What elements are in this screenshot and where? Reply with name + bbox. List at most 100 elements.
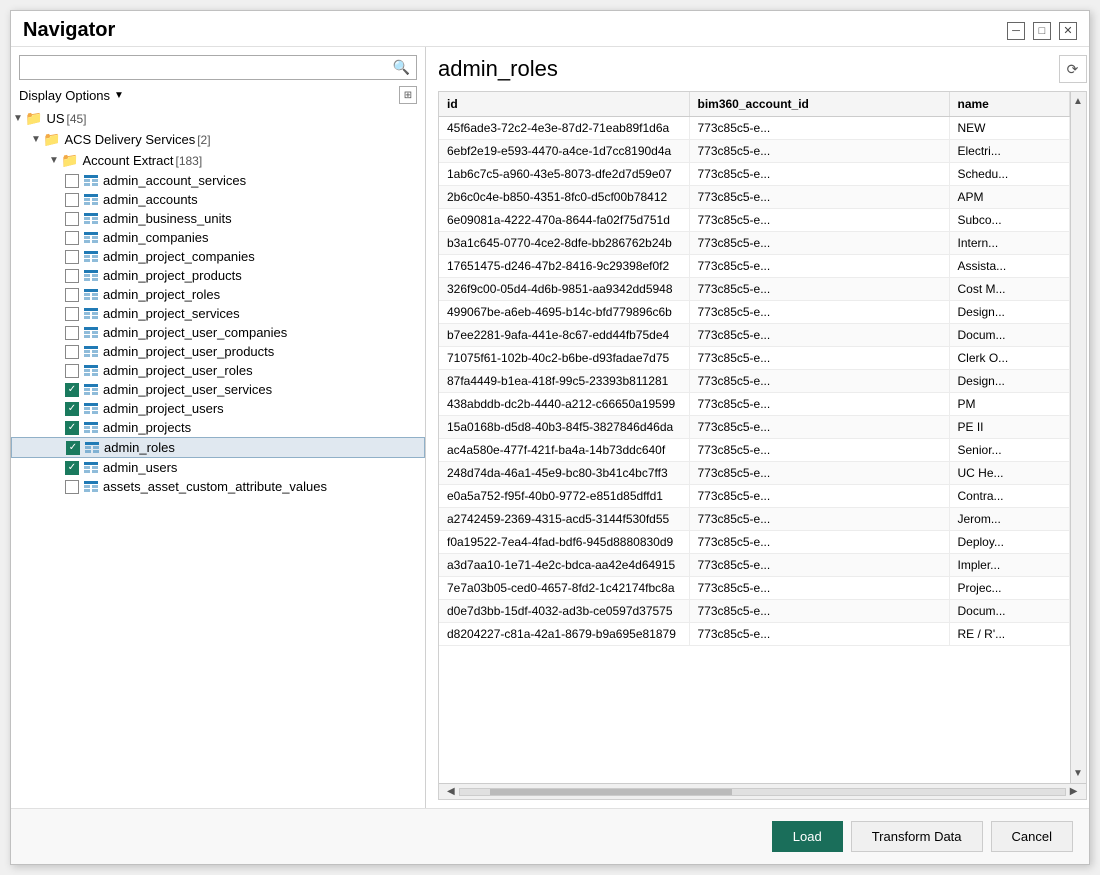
table-row[interactable]: a2742459-2369-4315-acd5-3144f530fd55773c… <box>439 508 1069 531</box>
table-row[interactable]: b3a1c645-0770-4ce2-8dfe-bb286762b24b773c… <box>439 232 1069 255</box>
tree-item-admin_project_user_services[interactable]: ✓admin_project_user_services <box>11 380 425 399</box>
tree-item-checkbox[interactable] <box>65 288 79 302</box>
table-row[interactable]: 17651475-d246-47b2-8416-9c29398ef0f2773c… <box>439 255 1069 278</box>
tree-item-checkbox[interactable] <box>65 231 79 245</box>
table-row[interactable]: 6ebf2e19-e593-4470-a4ce-1d7cc8190d4a773c… <box>439 140 1069 163</box>
table-row[interactable]: a3d7aa10-1e71-4e2c-bdca-aa42e4d64915773c… <box>439 554 1069 577</box>
select-all-icon[interactable]: ⊞ <box>399 86 417 104</box>
tree-item-label: admin_roles <box>104 440 175 455</box>
scroll-right-arrow[interactable]: ▶ <box>1066 786 1082 797</box>
scroll-left-arrow[interactable]: ◀ <box>443 786 459 797</box>
table-row[interactable]: 71075f61-102b-40c2-b6be-d93fadae7d75773c… <box>439 347 1069 370</box>
table-row[interactable]: 87fa4449-b1ea-418f-99c5-23393b811281773c… <box>439 370 1069 393</box>
tree-item-us[interactable]: ▼📁US [45] <box>11 108 425 129</box>
tree-item-checkbox[interactable] <box>65 480 79 494</box>
tree-item-admin_project_companies[interactable]: admin_project_companies <box>11 247 425 266</box>
cell-id: 2b6c0c4e-b850-4351-8fc0-d5cf00b78412 <box>439 186 689 209</box>
tree-item-checkbox[interactable] <box>65 193 79 207</box>
tree-item-admin_project_roles[interactable]: admin_project_roles <box>11 285 425 304</box>
table-row[interactable]: 326f9c00-05d4-4d6b-9851-aa9342dd5948773c… <box>439 278 1069 301</box>
tree-item-checkbox[interactable] <box>65 345 79 359</box>
table-outer: id bim360_account_id name 45f6ade3-72c2-… <box>439 92 1086 783</box>
tree-item-checkbox[interactable] <box>65 269 79 283</box>
table-row[interactable]: 7e7a03b05-ced0-4657-8fd2-1c42174fbc8a773… <box>439 577 1069 600</box>
display-options-label: Display Options <box>19 88 110 103</box>
table-icon <box>83 307 99 321</box>
tree-item-admin_roles[interactable]: ✓ admin_roles <box>11 437 425 458</box>
table-row[interactable]: f0a19522-7ea4-4fad-bdf6-945d8880830d9773… <box>439 531 1069 554</box>
tree-item-label: admin_project_user_products <box>103 344 274 359</box>
cell-bim360: 773c85c5-e... <box>689 600 949 623</box>
table-row[interactable]: b7ee2281-9afa-441e-8c67-edd44fb75de4773c… <box>439 324 1069 347</box>
scroll-thumb[interactable] <box>490 789 732 795</box>
table-scroll-wrapper[interactable]: id bim360_account_id name 45f6ade3-72c2-… <box>439 92 1070 783</box>
tree-item-checkbox[interactable] <box>65 174 79 188</box>
tree-item-admin_projects[interactable]: ✓admin_projects <box>11 418 425 437</box>
table-row[interactable]: d0e7d3bb-15df-4032-ad3b-ce0597d37575773c… <box>439 600 1069 623</box>
tree-item-account_extract[interactable]: ▼📁Account Extract [183] <box>11 150 425 171</box>
tree-item-admin_project_services[interactable]: admin_project_services <box>11 304 425 323</box>
tree-item-assets_asset_custom_attribute_values[interactable]: assets_asset_custom_attribute_values <box>11 477 425 496</box>
tree-item-checkbox[interactable] <box>65 326 79 340</box>
restore-button[interactable]: □ <box>1033 22 1051 40</box>
tree-item-admin_companies[interactable]: admin_companies <box>11 228 425 247</box>
table-row[interactable]: 438abddb-dc2b-4440-a212-c66650a19599773c… <box>439 393 1069 416</box>
scroll-down-arrow[interactable]: ▼ <box>1073 764 1083 783</box>
table-row[interactable]: 6e09081a-4222-470a-8644-fa02f75d751d773c… <box>439 209 1069 232</box>
tree-item-checkbox[interactable]: ✓ <box>66 441 80 455</box>
minimize-button[interactable]: ─ <box>1007 22 1025 40</box>
table-row[interactable]: 1ab6c7c5-a960-43e5-8073-dfe2d7d59e07773c… <box>439 163 1069 186</box>
table-row[interactable]: 45f6ade3-72c2-4e3e-87d2-71eab89f1d6a773c… <box>439 117 1069 140</box>
table-row[interactable]: 499067be-a6eb-4695-b14c-bfd779896c6b773c… <box>439 301 1069 324</box>
tree-item-checkbox[interactable] <box>65 212 79 226</box>
table-row[interactable]: 248d74da-46a1-45e9-bc80-3b41c4bc7ff3773c… <box>439 462 1069 485</box>
cancel-button[interactable]: Cancel <box>991 821 1073 852</box>
cell-bim360: 773c85c5-e... <box>689 393 949 416</box>
horizontal-scrollbar[interactable]: ◀ ▶ <box>439 783 1086 799</box>
cell-name: Projec... <box>949 577 1069 600</box>
table-row[interactable]: ac4a580e-477f-421f-ba4a-14b73ddc640f773c… <box>439 439 1069 462</box>
table-row[interactable]: 15a0168b-d5d8-40b3-84f5-3827846d46da773c… <box>439 416 1069 439</box>
tree-item-label: admin_project_users <box>103 401 224 416</box>
tree-item-acs[interactable]: ▼📁ACS Delivery Services [2] <box>11 129 425 150</box>
tree-item-checkbox[interactable]: ✓ <box>65 402 79 416</box>
display-options-button[interactable]: Display Options ▼ <box>19 88 124 103</box>
table-row[interactable]: d8204227-c81a-42a1-8679-b9a695e81879773c… <box>439 623 1069 646</box>
tree-item-admin_project_users[interactable]: ✓ admin_project_users <box>11 399 425 418</box>
tree-item-admin_business_units[interactable]: admin_business_units <box>11 209 425 228</box>
tree-item-admin_users[interactable]: ✓ admin_users <box>11 458 425 477</box>
tree-item-admin_project_products[interactable]: admin_project_products <box>11 266 425 285</box>
folder-icon: 📁 <box>43 131 60 148</box>
cell-name: Jerom... <box>949 508 1069 531</box>
search-input[interactable] <box>26 60 393 75</box>
tree-item-label: admin_project_companies <box>103 249 255 264</box>
tree-item-admin_project_user_roles[interactable]: admin_project_user_roles <box>11 361 425 380</box>
cell-name: Senior... <box>949 439 1069 462</box>
scroll-up-arrow[interactable]: ▲ <box>1073 92 1083 111</box>
tree-item-admin_account_services[interactable]: admin_account_services <box>11 171 425 190</box>
load-button[interactable]: Load <box>772 821 843 852</box>
left-panel: 🔍 Display Options ▼ ⊞ ▼📁US [45]▼📁ACS Del… <box>11 47 426 808</box>
transform-data-button[interactable]: Transform Data <box>851 821 983 852</box>
vertical-scrollbar[interactable]: ▲ ▼ <box>1070 92 1086 783</box>
table-row[interactable]: e0a5a752-f95f-40b0-9772-e851d85dffd1773c… <box>439 485 1069 508</box>
tree-item-checkbox[interactable]: ✓ <box>65 383 79 397</box>
tree-item-checkbox[interactable] <box>65 364 79 378</box>
tree-item-admin_project_user_products[interactable]: admin_project_user_products <box>11 342 425 361</box>
refresh-icon-button[interactable]: ⟳ <box>1059 55 1087 83</box>
tree-item-checkbox[interactable] <box>65 307 79 321</box>
col-header-bim360: bim360_account_id <box>689 92 949 117</box>
cell-id: 7e7a03b05-ced0-4657-8fd2-1c42174fbc8a <box>439 577 689 600</box>
tree-item-admin_accounts[interactable]: admin_accounts <box>11 190 425 209</box>
cell-name: Assista... <box>949 255 1069 278</box>
close-button[interactable]: ✕ <box>1059 22 1077 40</box>
tree-item-label: admin_users <box>103 460 177 475</box>
tree-item-checkbox[interactable]: ✓ <box>65 421 79 435</box>
tree-item-checkbox[interactable]: ✓ <box>65 461 79 475</box>
cell-id: d0e7d3bb-15df-4032-ad3b-ce0597d37575 <box>439 600 689 623</box>
tree-item-checkbox[interactable] <box>65 250 79 264</box>
table-row[interactable]: 2b6c0c4e-b850-4351-8fc0-d5cf00b78412773c… <box>439 186 1069 209</box>
window-controls: ─ □ ✕ <box>1007 22 1077 40</box>
tree-item-admin_project_user_companies[interactable]: admin_project_user_companies <box>11 323 425 342</box>
search-bar[interactable]: 🔍 <box>19 55 417 80</box>
